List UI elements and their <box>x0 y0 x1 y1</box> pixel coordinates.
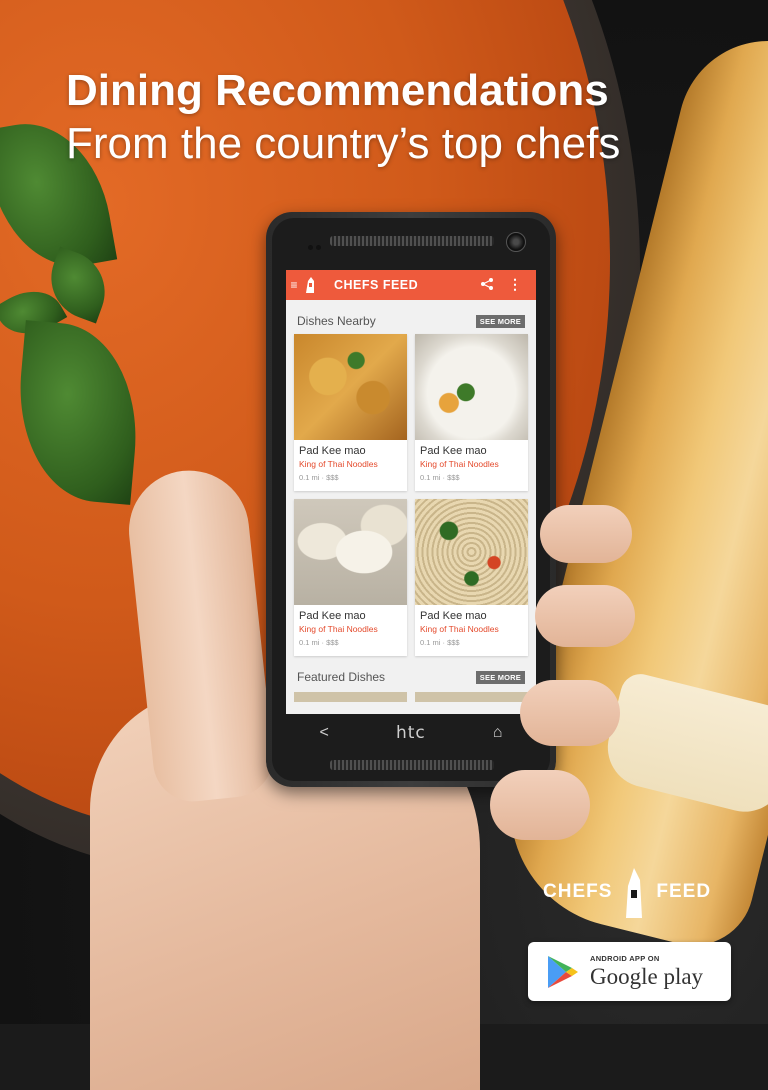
section-header-dishes-nearby: Dishes Nearby SEE MORE <box>286 308 536 334</box>
dish-photo <box>415 334 528 440</box>
brand-logo-left-text: CHEFS <box>543 881 613 902</box>
hand-finger <box>490 770 590 840</box>
app-bar: ≡ CHEFS FEED ⋮ <box>286 270 536 300</box>
google-play-icon <box>548 956 578 988</box>
knife-logo-icon <box>626 868 643 918</box>
home-icon[interactable]: ⌂ <box>493 724 503 742</box>
restaurant-name: King of Thai Noodles <box>420 624 499 634</box>
badge-small-text: ANDROID APP ON <box>590 954 660 963</box>
dish-card[interactable]: Pad Kee mao King of Thai Noodles 0.1 mi … <box>415 334 528 491</box>
app-title: CHEFS FEED <box>334 278 419 292</box>
dish-card[interactable]: Pad Kee mao King of Thai Noodles 0.1 mi … <box>294 334 407 491</box>
see-more-button[interactable]: SEE MORE <box>475 314 525 328</box>
dish-grid: Pad Kee mao King of Thai Noodles 0.1 mi … <box>286 334 536 656</box>
chefs-feed-logo-icon <box>306 277 314 293</box>
dish-meta: 0.1 mi · $$$ <box>299 473 339 482</box>
bottom-speaker-grille <box>330 760 494 770</box>
front-camera-icon <box>506 232 526 252</box>
see-more-button[interactable]: SEE MORE <box>475 670 525 684</box>
overflow-menu-icon[interactable]: ⋮ <box>508 277 522 291</box>
restaurant-name: King of Thai Noodles <box>420 459 499 469</box>
google-play-badge[interactable]: ANDROID APP ON Google play <box>528 942 731 1001</box>
dish-meta: 0.1 mi · $$$ <box>420 638 460 647</box>
share-icon[interactable] <box>480 277 494 291</box>
featured-dishes-peek <box>286 692 536 702</box>
dish-name: Pad Kee mao <box>420 445 487 457</box>
phone-nav-bar: < htc ⌂ <box>286 718 536 748</box>
sensor-dots <box>308 237 326 250</box>
dish-name: Pad Kee mao <box>299 445 366 457</box>
hand-finger <box>540 505 632 563</box>
restaurant-name: King of Thai Noodles <box>299 459 378 469</box>
hand-finger <box>535 585 635 647</box>
dish-card[interactable]: Pad Kee mao King of Thai Noodles 0.1 mi … <box>294 499 407 656</box>
back-icon[interactable]: < <box>320 724 329 742</box>
dish-photo <box>294 334 407 440</box>
dish-card[interactable]: Pad Kee mao King of Thai Noodles 0.1 mi … <box>415 499 528 656</box>
phone-brand-label: htc <box>395 723 426 743</box>
badge-big-text: Google play <box>590 964 704 989</box>
dish-photo <box>294 499 407 605</box>
restaurant-name: King of Thai Noodles <box>299 624 378 634</box>
dish-meta: 0.1 mi · $$$ <box>299 638 339 647</box>
brand-logo-right-text: FEED <box>656 881 712 902</box>
section-title: Featured Dishes <box>297 670 386 684</box>
dish-meta: 0.1 mi · $$$ <box>420 473 460 482</box>
section-title: Dishes Nearby <box>297 314 376 328</box>
hamburger-icon[interactable]: ≡ <box>286 278 302 292</box>
dish-name: Pad Kee mao <box>299 610 366 622</box>
app-screen: ≡ CHEFS FEED ⋮ Dishes Nearby SEE MORE Pa… <box>286 270 536 714</box>
headline-subtitle: From the country’s top chefs <box>66 119 621 168</box>
phone: ≡ CHEFS FEED ⋮ Dishes Nearby SEE MORE Pa… <box>266 212 556 787</box>
dish-name: Pad Kee mao <box>420 610 487 622</box>
dish-photo <box>415 499 528 605</box>
chefs-feed-brand-logo: CHEFS FEED <box>543 864 711 920</box>
top-speaker-grille <box>330 236 494 246</box>
headline: Dining Recommendations From the country’… <box>66 66 620 172</box>
section-header-featured-dishes: Featured Dishes SEE MORE <box>286 664 536 690</box>
headline-title: Dining Recommendations <box>66 66 609 115</box>
hand-finger <box>520 680 620 746</box>
